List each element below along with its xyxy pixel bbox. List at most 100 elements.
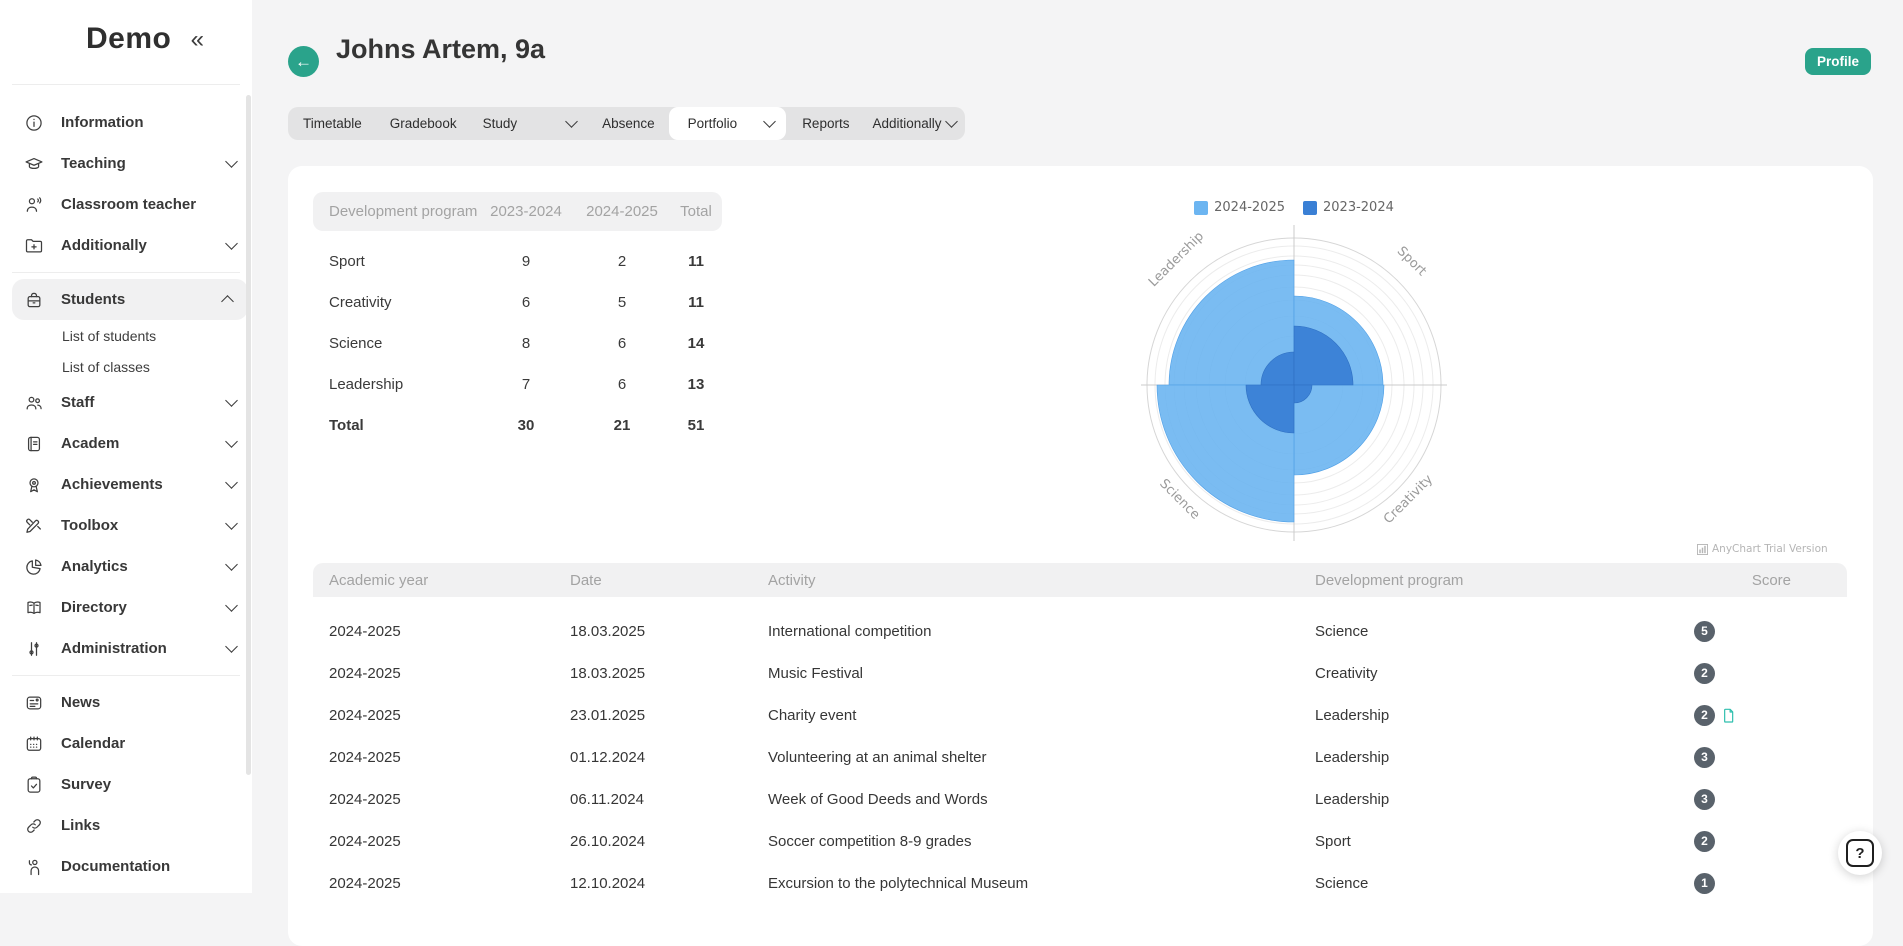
legend-swatch-icon: [1303, 201, 1317, 215]
sidebar-scrollbar[interactable]: [246, 95, 251, 775]
sidebar-item-label: Analytics: [61, 558, 128, 575]
pencils-icon: [24, 516, 44, 536]
sidebar-item-calendar[interactable]: Calendar: [0, 723, 252, 764]
sidebar-item-label: Staff: [61, 394, 94, 411]
question-mark-icon: ?: [1846, 839, 1874, 867]
activities-table-body: 2024-2025 18.03.2025 International compe…: [313, 610, 1847, 904]
axis-label-sport: Sport: [1394, 244, 1429, 279]
sidebar-item-list-of-classes[interactable]: List of classes: [0, 351, 252, 382]
summary-table-header: Development program 2023-2024 2024-2025 …: [313, 192, 722, 231]
sidebar-item-survey[interactable]: Survey: [0, 764, 252, 805]
activities-table: Academic year Date Activity Development …: [313, 563, 1847, 904]
sidebar-item-additionally[interactable]: Additionally: [0, 225, 252, 266]
sidebar-item-list-of-students[interactable]: List of students: [0, 320, 252, 351]
development-program-summary-table: Development program 2023-2024 2024-2025 …: [313, 192, 722, 446]
chevron-down-icon: [225, 599, 238, 612]
sidebar-item-documentation[interactable]: Documentation: [0, 846, 252, 887]
tab-gradebook[interactable]: Gradebook: [377, 107, 470, 140]
table-row[interactable]: 2024-2025 12.10.2024 Excursion to the po…: [313, 862, 1847, 904]
sidebar-item-label: Links: [61, 817, 100, 834]
chevron-down-icon: [945, 115, 958, 128]
sidebar-nav: Information Teaching Classroom teacher A…: [0, 85, 252, 887]
table-row[interactable]: 2024-2025 26.10.2024 Soccer competition …: [313, 820, 1847, 862]
score-badge: 3: [1694, 789, 1715, 810]
legend-item-2024-2025[interactable]: 2024-2025: [1194, 200, 1285, 215]
header-activity: Activity: [768, 572, 1315, 589]
sidebar: Demo « Information Teaching Classroom te…: [0, 0, 252, 893]
sidebar-item-label: Toolbox: [61, 517, 118, 534]
table-row[interactable]: 2024-2025 18.03.2025 Music Festival Crea…: [313, 652, 1847, 694]
journal-icon: [24, 434, 44, 454]
tab-label: Absence: [602, 116, 655, 131]
sidebar-item-label: Classroom teacher: [61, 196, 196, 213]
chevron-down-icon: [225, 476, 238, 489]
sidebar-item-directory[interactable]: Directory: [0, 587, 252, 628]
score-badge: 2: [1694, 705, 1715, 726]
chevron-down-icon: [225, 394, 238, 407]
sidebar-item-students[interactable]: Students: [12, 279, 248, 320]
tab-label: Gradebook: [390, 116, 457, 131]
sidebar-item-toolbox[interactable]: Toolbox: [0, 505, 252, 546]
tab-absence[interactable]: Absence: [588, 107, 669, 140]
sidebar-item-analytics[interactable]: Analytics: [0, 546, 252, 587]
header-academic-year: Academic year: [313, 572, 570, 589]
table-row[interactable]: 2024-2025 23.01.2025 Charity event Leade…: [313, 694, 1847, 736]
attachment-document-icon[interactable]: [1721, 707, 1737, 723]
profile-button[interactable]: Profile: [1805, 48, 1871, 75]
sidebar-item-information[interactable]: Information: [0, 102, 252, 143]
table-row: Leadership 7 6 13: [313, 364, 722, 405]
tab-reports[interactable]: Reports: [786, 107, 865, 140]
person-speaking-icon: [24, 195, 44, 215]
chevron-down-icon: [225, 640, 238, 653]
sidebar-item-links[interactable]: Links: [0, 805, 252, 846]
legend-item-2023-2024[interactable]: 2023-2024: [1303, 200, 1394, 215]
help-button[interactable]: ?: [1838, 831, 1882, 875]
legend-label: 2024-2025: [1214, 200, 1285, 215]
header-score: Score: [1682, 572, 1815, 589]
tab-study-dropdown[interactable]: Study: [470, 107, 589, 140]
app-logo: Demo: [86, 22, 171, 56]
sidebar-item-label: Information: [61, 114, 144, 131]
tab-timetable[interactable]: Timetable: [288, 107, 377, 140]
table-row[interactable]: 2024-2025 01.12.2024 Volunteering at an …: [313, 736, 1847, 778]
back-button[interactable]: ←: [288, 46, 319, 77]
table-row[interactable]: 2024-2025 18.03.2025 International compe…: [313, 610, 1847, 652]
summary-header-2024-2025: 2024-2025: [574, 203, 670, 220]
sidebar-item-label: Academ: [61, 435, 119, 452]
axis-label-leadership: Leadership: [1146, 229, 1207, 290]
sidebar-item-academ[interactable]: Academ: [0, 423, 252, 464]
sidebar-item-news[interactable]: News: [0, 682, 252, 723]
sidebar-item-label: Survey: [61, 776, 111, 793]
person-raising-hand-icon: [24, 857, 44, 877]
chevron-down-icon: [225, 435, 238, 448]
sidebar-item-administration[interactable]: Administration: [0, 628, 252, 669]
table-row[interactable]: 2024-2025 06.11.2024 Week of Good Deeds …: [313, 778, 1847, 820]
tab-additionally-dropdown[interactable]: Additionally: [865, 107, 967, 140]
chevron-down-icon: [763, 115, 776, 128]
tab-portfolio-dropdown-active[interactable]: Portfolio: [669, 107, 787, 140]
summary-header-2023-2024: 2023-2024: [478, 203, 574, 220]
tab-bar: Timetable Gradebook Study Absence Portfo…: [288, 107, 965, 140]
page-title: Johns Artem, 9a: [336, 34, 545, 65]
sidebar-item-classroom-teacher[interactable]: Classroom teacher: [0, 184, 252, 225]
sidebar-header: Demo «: [0, 0, 252, 85]
sidebar-item-teaching[interactable]: Teaching: [0, 143, 252, 184]
portfolio-card: Development program 2023-2024 2024-2025 …: [288, 166, 1873, 946]
chevron-down-icon: [225, 237, 238, 250]
header-development-program: Development program: [1315, 572, 1682, 589]
sidebar-collapse-icon[interactable]: «: [191, 28, 204, 52]
activities-table-header: Academic year Date Activity Development …: [313, 563, 1847, 597]
legend-label: 2023-2024: [1323, 200, 1394, 215]
backpack-icon: [24, 290, 44, 310]
sidebar-item-label: Calendar: [61, 735, 125, 752]
sidebar-divider: [12, 675, 240, 676]
bar-chart-icon: [1697, 544, 1708, 555]
sidebar-item-achievements[interactable]: Achievements: [0, 464, 252, 505]
table-row: Sport 9 2 11: [313, 241, 722, 282]
polar-chart: Leadership Sport Creativity Science: [1129, 220, 1459, 550]
sidebar-item-staff[interactable]: Staff: [0, 382, 252, 423]
score-badge: 2: [1694, 663, 1715, 684]
sidebar-item-label: Teaching: [61, 155, 126, 172]
sidebar-item-label: Directory: [61, 599, 127, 616]
sidebar-divider: [12, 272, 240, 273]
